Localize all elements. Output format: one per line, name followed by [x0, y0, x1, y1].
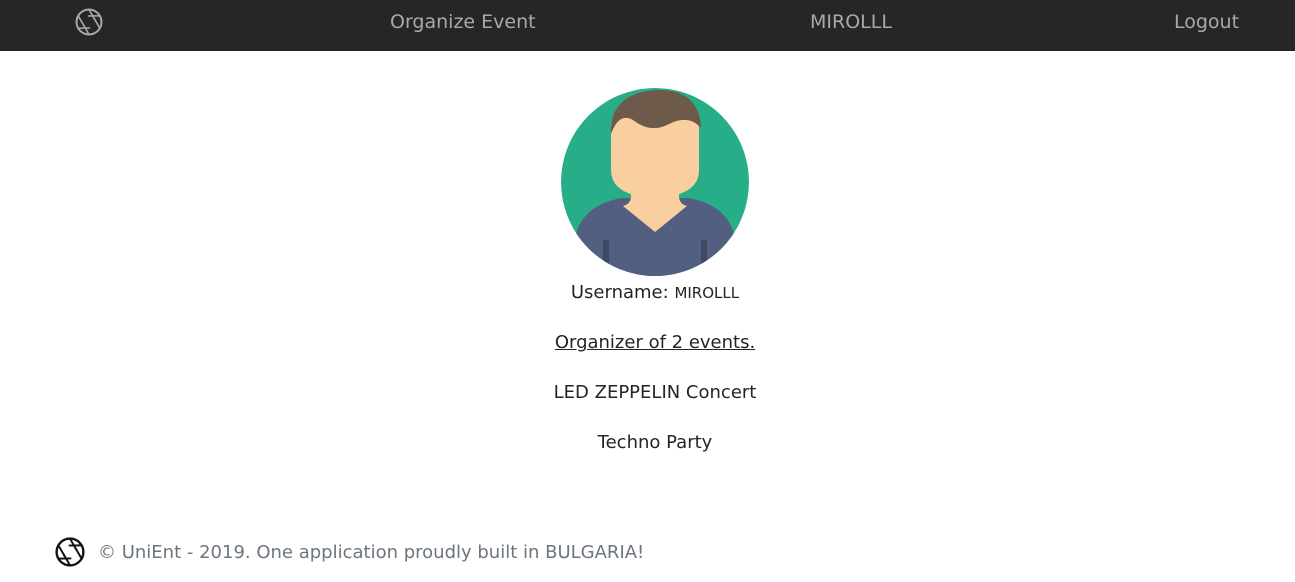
logout-link[interactable]: Logout: [1174, 11, 1239, 33]
event-item: Techno Party: [597, 432, 713, 453]
username-value: MIROLLL: [674, 284, 740, 302]
organize-event-link[interactable]: Organize Event: [390, 11, 536, 33]
username-label: Username:: [570, 282, 669, 303]
user-avatar: [561, 88, 749, 276]
footer-copyright: © UniEnt - 2019. One application proudly…: [98, 542, 645, 563]
page-footer: © UniEnt - 2019. One application proudly…: [0, 530, 1295, 576]
current-user-link[interactable]: MIROLLL: [810, 11, 892, 33]
aperture-icon[interactable]: [75, 8, 103, 36]
aperture-icon: [55, 537, 85, 567]
organizer-count: Organizer of 2 events.: [0, 332, 1295, 353]
username-line: Username: MIROLLL: [0, 282, 1295, 303]
organizer-events-link[interactable]: Organizer of 2 events.: [555, 332, 755, 353]
top-navbar: Organize Event MIROLLL Logout: [0, 0, 1295, 51]
event-item: LED ZEPPELIN Concert: [553, 382, 757, 403]
